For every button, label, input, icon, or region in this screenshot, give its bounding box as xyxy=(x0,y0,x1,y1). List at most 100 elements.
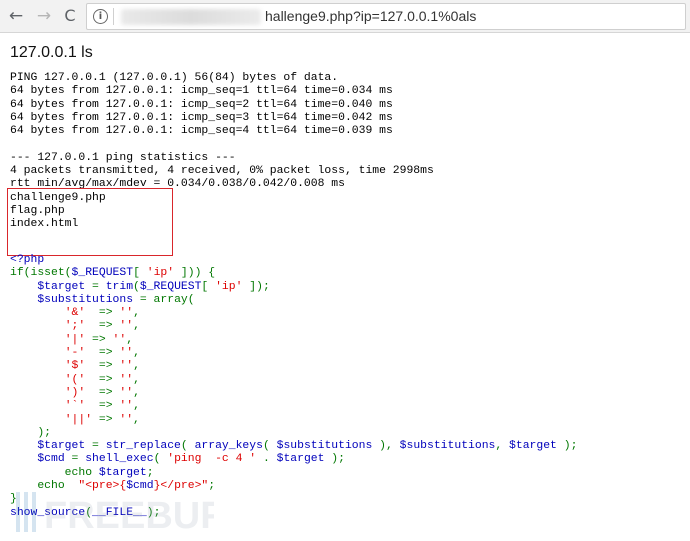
source-token: , xyxy=(133,373,140,386)
source-token: , xyxy=(126,333,134,346)
source-token xyxy=(10,347,65,359)
source-token: '(' xyxy=(64,373,86,386)
freebuf-watermark-logo: FREEBUF xyxy=(16,492,214,536)
forward-arrow-icon[interactable]: → xyxy=(34,6,54,26)
source-token: '' xyxy=(119,373,134,386)
source-token: => xyxy=(85,320,120,333)
source-line: '(' => '', xyxy=(10,374,140,386)
output-line: 64 bytes from 127.0.0.1: icmp_seq=4 ttl=… xyxy=(10,125,393,138)
source-token: , xyxy=(133,386,140,399)
source-token xyxy=(10,334,65,346)
source-token: ); xyxy=(563,440,578,453)
source-token: '' xyxy=(112,333,127,346)
source-token xyxy=(10,281,37,293)
source-line: '|' => '', xyxy=(10,334,133,346)
source-token: ';' xyxy=(64,320,86,333)
source-token xyxy=(10,440,37,452)
source-token: , xyxy=(133,400,140,413)
source-token: $target xyxy=(509,440,564,453)
source-token: '&' xyxy=(64,307,86,320)
source-token: . xyxy=(262,453,277,466)
php-source: <?php if(isset($_REQUEST[ 'ip' ])) { $ta… xyxy=(10,254,577,520)
source-line: ); xyxy=(10,427,51,439)
source-token: ; xyxy=(146,466,154,479)
source-token: ( xyxy=(262,440,277,453)
source-token: ); xyxy=(331,453,345,466)
source-token: , xyxy=(133,307,140,320)
source-token: $substitutions xyxy=(399,440,496,453)
source-token: str_replace xyxy=(105,440,181,453)
source-token: $target xyxy=(98,466,147,479)
highlight-box xyxy=(7,188,173,256)
source-token: , xyxy=(495,440,510,453)
info-icon[interactable]: i xyxy=(93,9,108,24)
source-token: ]); xyxy=(242,280,270,293)
source-line: $cmd = shell_exec( 'ping -c 4 ' . $targe… xyxy=(10,453,345,465)
source-token: '' xyxy=(119,320,134,333)
source-token: shell_exec xyxy=(85,453,154,466)
source-token: array_keys xyxy=(194,440,263,453)
source-token: <?php xyxy=(10,254,45,266)
source-token: 'ping -c 4 ' xyxy=(167,453,263,466)
source-token: $cmd xyxy=(37,453,72,466)
source-token: $target xyxy=(37,280,93,293)
source-token: => xyxy=(85,347,120,360)
source-token: trim xyxy=(105,280,134,293)
source-line: $substitutions = array( xyxy=(10,293,195,306)
output-line: --- 127.0.0.1 ping statistics --- xyxy=(10,151,236,164)
source-token: $target xyxy=(37,440,93,453)
source-token: if(isset( xyxy=(10,267,72,280)
source-token: $_REQUEST xyxy=(139,280,202,293)
source-token: => xyxy=(85,360,120,373)
source-token: $_REQUEST xyxy=(71,267,134,280)
source-line: <?php xyxy=(10,254,44,266)
source-line: '-' => '', xyxy=(10,347,140,359)
watermark-text: FREEBUF xyxy=(44,495,214,536)
source-token: ( xyxy=(153,453,168,466)
source-line: '$' => '', xyxy=(10,360,140,372)
source-token: '' xyxy=(119,386,134,399)
address-separator xyxy=(113,8,114,25)
source-token: => xyxy=(85,386,120,399)
source-token: '' xyxy=(119,347,134,360)
source-token: ); xyxy=(10,426,52,439)
source-token xyxy=(10,307,65,319)
reload-icon[interactable]: C xyxy=(60,6,80,26)
output-line: 4 packets transmitted, 4 received, 0% pa… xyxy=(10,165,434,178)
source-token: = xyxy=(92,280,106,293)
source-token: => xyxy=(85,373,120,386)
source-token: => xyxy=(92,413,120,426)
source-token: => xyxy=(85,307,120,320)
source-token: => xyxy=(85,400,120,413)
source-token: '||' xyxy=(64,413,93,426)
source-line: ')' => '', xyxy=(10,387,140,399)
source-line: '&' => '', xyxy=(10,307,140,319)
source-token: , xyxy=(133,360,140,373)
source-line: if(isset($_REQUEST[ 'ip' ])) { xyxy=(10,267,215,279)
address-bar[interactable]: i hallenge9.php?ip=127.0.0.1%0als xyxy=(86,3,686,30)
source-token: ( xyxy=(180,440,195,453)
source-line: '`' => '', xyxy=(10,400,140,412)
source-token: ), xyxy=(379,440,400,453)
source-token xyxy=(10,294,37,306)
source-token: = array( xyxy=(139,293,195,306)
source-token: [ xyxy=(201,280,216,293)
source-token: , xyxy=(133,347,140,360)
source-token: '$' xyxy=(64,360,86,373)
source-token: '`' xyxy=(64,400,86,413)
source-line: echo $target; xyxy=(10,467,154,479)
source-token xyxy=(10,414,65,426)
source-token: '' xyxy=(119,307,134,320)
source-token xyxy=(10,360,65,372)
source-token: 'ip' xyxy=(215,280,243,293)
back-arrow-icon[interactable]: ← xyxy=(6,6,26,26)
url-text[interactable]: hallenge9.php?ip=127.0.0.1%0als xyxy=(265,8,476,24)
output-line: 64 bytes from 127.0.0.1: icmp_seq=3 ttl=… xyxy=(10,111,393,124)
source-line: $target = str_replace( array_keys( $subs… xyxy=(10,440,577,452)
source-token: ( xyxy=(133,280,140,293)
source-line: '||' => '', xyxy=(10,414,140,426)
source-token: => xyxy=(85,333,113,346)
source-token xyxy=(10,320,65,332)
source-token: $target xyxy=(276,453,332,466)
source-token: = xyxy=(71,453,86,466)
